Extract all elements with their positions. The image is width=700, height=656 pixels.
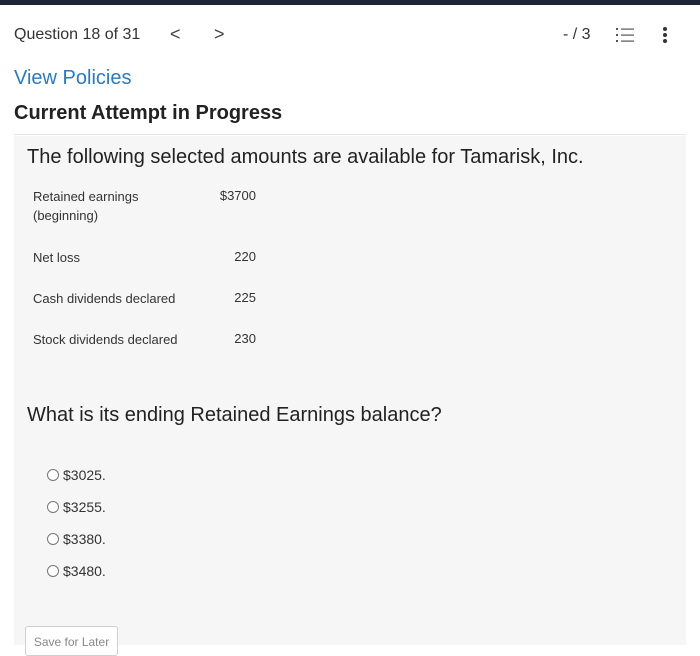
problem-intro: The following selected amounts are avail… (27, 146, 584, 168)
attempt-heading: Current Attempt in Progress (14, 102, 283, 124)
answer-option-label: $3480. (63, 563, 106, 579)
answer-option-1[interactable]: $3025. (47, 466, 106, 484)
more-vertical-icon[interactable] (660, 25, 670, 45)
answer-option-label: $3380. (63, 531, 106, 547)
answer-option-3[interactable]: $3380. (47, 530, 106, 548)
question-text: What is its ending Retained Earnings bal… (27, 404, 442, 426)
row-label-retained-earnings: Retained earnings (beginning) (33, 189, 139, 223)
row-label-net-loss: Net loss (33, 250, 80, 265)
view-policies-link[interactable]: View Policies (14, 67, 131, 90)
question-score: - / 3 (563, 26, 591, 43)
next-question-button[interactable]: > (214, 24, 225, 45)
save-for-later-button[interactable]: Save for Later (25, 626, 118, 656)
answer-option-label: $3025. (63, 467, 106, 483)
radio-button[interactable] (47, 501, 59, 513)
divider (14, 134, 686, 135)
row-value-retained-earnings: $3700 (219, 188, 256, 203)
answer-option-2[interactable]: $3255. (47, 498, 106, 516)
list-icon[interactable] (616, 27, 634, 43)
row-value-net-loss: 220 (234, 249, 256, 264)
row-value-cash-dividends: 225 (234, 290, 256, 305)
row-label-stock-dividends: Stock dividends declared (33, 332, 178, 347)
radio-button[interactable] (47, 565, 59, 577)
row-value-stock-dividends: 230 (234, 331, 256, 346)
radio-button[interactable] (47, 533, 59, 545)
question-counter: Question 18 of 31 (14, 26, 141, 43)
previous-question-button[interactable]: < (170, 24, 181, 45)
question-header: Question 18 of 31 < > - / 3 (0, 5, 700, 65)
answer-option-label: $3255. (63, 499, 106, 515)
radio-button[interactable] (47, 469, 59, 481)
row-label-cash-dividends: Cash dividends declared (33, 291, 176, 306)
answer-option-4[interactable]: $3480. (47, 562, 106, 580)
